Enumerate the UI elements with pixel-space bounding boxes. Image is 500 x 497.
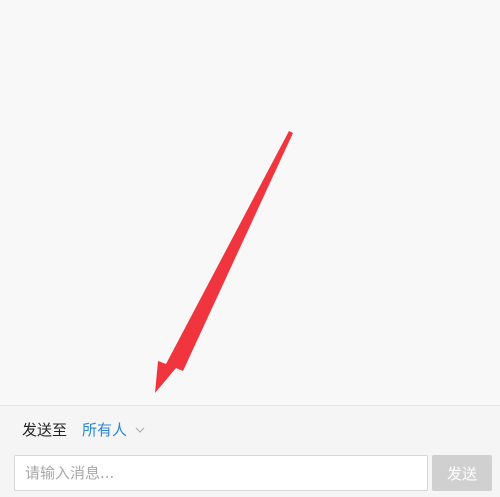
message-area bbox=[0, 0, 500, 405]
recipient-selected-value: 所有人 bbox=[82, 421, 128, 439]
chevron-down-icon bbox=[135, 427, 145, 433]
recipient-dropdown[interactable]: 所有人 bbox=[82, 420, 145, 440]
message-composer: 发送至 所有人 发送 bbox=[0, 405, 500, 497]
red-arrow-annotation bbox=[155, 131, 293, 393]
send-to-label: 发送至 bbox=[22, 421, 68, 439]
send-button[interactable]: 发送 bbox=[432, 455, 492, 491]
message-input[interactable] bbox=[14, 455, 428, 491]
recipient-row: 发送至 所有人 bbox=[0, 406, 500, 454]
